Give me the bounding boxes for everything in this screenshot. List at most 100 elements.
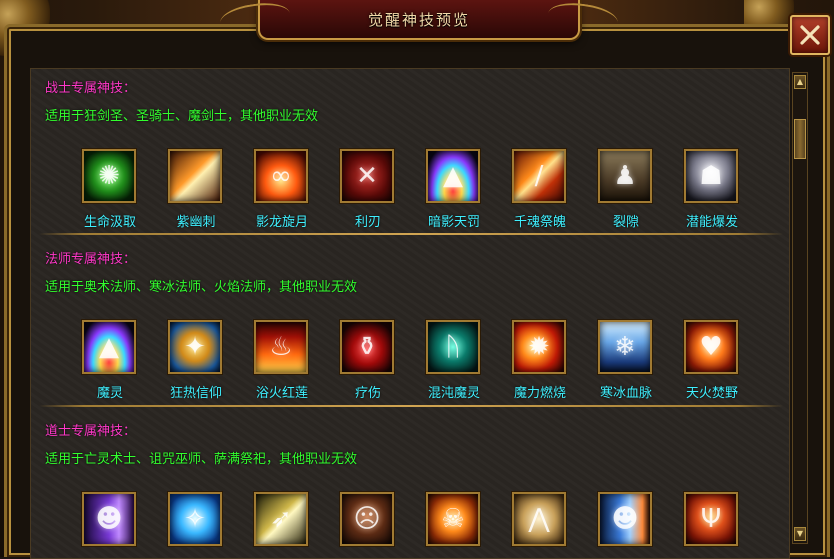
flame-skull-icon[interactable]: ☠ (426, 492, 480, 546)
skill-slot[interactable]: ☻ (67, 492, 153, 558)
skill-name: 生命汲取 (83, 215, 136, 230)
icon-glyph: ✹ (528, 332, 550, 362)
window-title: 觉醒神技预览 (367, 10, 470, 29)
praying-hands-icon[interactable]: ⋀ (512, 492, 566, 546)
window-frame: 觉醒神技预览 战士专属神技： 适用于狂剑圣、圣骑士、魔剑士，其他职业无效 ✺ 生命… (0, 0, 834, 559)
icon-glyph: ✧ (184, 504, 206, 534)
skill-name: 寒冰血脉 (599, 386, 652, 401)
icon-glyph: ⋀ (528, 504, 550, 534)
fire-burst-icon[interactable]: ✹ (512, 320, 566, 374)
skill-name: 魔灵 (96, 386, 123, 401)
skill-slot[interactable]: ✧ (153, 492, 239, 558)
skill-slot[interactable]: ▲ 魔灵 (67, 320, 153, 404)
prism-dome-icon[interactable]: ▲ (426, 149, 480, 203)
slash-streak-icon[interactable] (168, 149, 222, 203)
skill-slot[interactable]: ⋀ (497, 492, 583, 558)
skill-name: 千魂祭魄 (513, 215, 566, 230)
chaos-claw-icon[interactable]: ᚢ (426, 320, 480, 374)
icon-glyph: ▲ (99, 332, 119, 362)
icon-glyph: ☹ (353, 504, 381, 534)
section-taoist: 道士专属神技： 适用于亡灵术士、诅咒巫师、萨满祭祀，其他职业无效 ☻ ✧ ➶ ☹ ☠ ⋀ ☻… (45, 422, 781, 546)
icon-glyph (170, 151, 220, 201)
flame-wall-icon[interactable]: ♨ (254, 320, 308, 374)
skill-slot[interactable]: ♨ 浴火红莲 (239, 320, 325, 404)
section-description: 适用于亡灵术士、诅咒巫师、萨满祭祀，其他职业无效 (45, 452, 358, 467)
skill-grid: ✺ 生命汲取 紫幽刺 ∞ 影龙旋月 ✕ 利刃 ▲ 暗影天罚 / 千魂祭魄 ♟ 裂隙 ☗ 潜能爆发 (45, 149, 781, 239)
golden-shield-icon[interactable]: ✦ (168, 320, 222, 374)
skill-name: 狂热信仰 (169, 386, 222, 401)
scroll-up-button[interactable]: ▲ (794, 75, 806, 89)
section-title: 道士专属神技： (45, 424, 137, 439)
skill-grid: ☻ ✧ ➶ ☹ ☠ ⋀ ☻ Ψ (45, 492, 781, 558)
skill-slot[interactable]: ⚱ 疗伤 (325, 320, 411, 404)
icon-glyph: ☗ (699, 161, 723, 191)
skill-name: 潜能爆发 (685, 215, 738, 230)
skill-slot[interactable]: ᚢ 混沌魔灵 (411, 320, 497, 404)
fire-demon-icon[interactable]: Ψ (684, 492, 738, 546)
scroll-down-button[interactable]: ▼ (794, 527, 806, 541)
icon-glyph: ⚱ (356, 332, 378, 362)
blade-warrior-icon[interactable]: ✕ (340, 149, 394, 203)
blue-aura-icon[interactable]: ✧ (168, 492, 222, 546)
flame-blade-icon[interactable]: / (512, 149, 566, 203)
purple-clone-icon[interactable]: ☻ (82, 492, 136, 546)
skill-slot[interactable]: ☠ (411, 492, 497, 558)
section-title: 战士专属神技： (45, 81, 137, 96)
skill-name: 暗影天罚 (427, 215, 480, 230)
icon-glyph: ᚢ (445, 332, 461, 362)
skill-slot[interactable]: ❄ 寒冰血脉 (583, 320, 669, 404)
icon-glyph: ♟ (613, 161, 637, 191)
skill-name: 混沌魔灵 (427, 386, 480, 401)
potion-bottle-icon[interactable]: ⚱ (340, 320, 394, 374)
title-banner: 觉醒神技预览 (258, 0, 580, 40)
skill-preview-panel: 战士专属神技： 适用于狂剑圣、圣骑士、魔剑士，其他职业无效 ✺ 生命汲取 紫幽刺 ∞ 影… (30, 68, 790, 559)
fire-swirl-icon[interactable]: ∞ (254, 149, 308, 203)
section-mage: 法师专属神技： 适用于奥术法师、寒冰法师、火焰法师，其他职业无效 ▲ 魔灵 ✦ 狂热信… (45, 250, 781, 401)
skill-slot[interactable]: ➶ (239, 492, 325, 558)
ice-spirit-icon[interactable]: ❄ (598, 320, 652, 374)
green-orb-icon[interactable]: ✺ (82, 149, 136, 203)
skill-name: 紫幽刺 (176, 215, 216, 230)
skill-slot[interactable]: ☻ (583, 492, 669, 558)
close-button[interactable] (790, 15, 830, 55)
icon-glyph: ✕ (356, 161, 378, 191)
icon-glyph: ♨ (269, 332, 293, 362)
skill-slot[interactable]: ▲ 暗影天罚 (411, 149, 497, 233)
scrollbar[interactable]: ▲ ▼ (792, 72, 808, 544)
skill-slot[interactable]: ♟ 裂隙 (583, 149, 669, 233)
skill-name: 浴火红莲 (255, 386, 308, 401)
scroll-thumb[interactable] (794, 119, 806, 159)
icon-glyph: ❄ (614, 332, 636, 362)
skill-slot[interactable]: / 千魂祭魄 (497, 149, 583, 233)
skill-slot[interactable]: ☗ 潜能爆发 (669, 149, 755, 233)
icon-glyph: ♥ (699, 332, 723, 362)
section-divider (39, 405, 783, 407)
prism-dome-icon[interactable]: ▲ (82, 320, 136, 374)
skill-slot[interactable]: ✦ 狂热信仰 (153, 320, 239, 404)
skill-name: 影龙旋月 (255, 215, 308, 230)
speed-runner-icon[interactable]: ➶ (254, 492, 308, 546)
figures-shadow-icon[interactable]: ♟ (598, 149, 652, 203)
skill-slot[interactable]: ∞ 影龙旋月 (239, 149, 325, 233)
skill-slot[interactable]: 紫幽刺 (153, 149, 239, 233)
section-warrior: 战士专属神技： 适用于狂剑圣、圣骑士、魔剑士，其他职业无效 ✺ 生命汲取 紫幽刺 ∞ 影… (45, 79, 781, 230)
screaming-face-icon[interactable]: ☹ (340, 492, 394, 546)
skill-slot[interactable]: Ψ (669, 492, 755, 558)
section-description: 适用于狂剑圣、圣骑士、魔剑士，其他职业无效 (45, 109, 319, 124)
icon-glyph: Ψ (700, 504, 722, 534)
skill-slot[interactable]: ✕ 利刃 (325, 149, 411, 233)
icon-glyph: ✺ (98, 161, 120, 191)
hooded-ghost-icon[interactable]: ☗ (684, 149, 738, 203)
skill-slot[interactable]: ✺ 生命汲取 (67, 149, 153, 233)
section-description: 适用于奥术法师、寒冰法师、火焰法师，其他职业无效 (45, 280, 358, 295)
close-icon (800, 25, 820, 45)
blue-clones-icon[interactable]: ☻ (598, 492, 652, 546)
icon-glyph: ☻ (611, 504, 639, 534)
icon-glyph: ☻ (95, 504, 123, 534)
skill-slot[interactable]: ♥ 天火焚野 (669, 320, 755, 404)
fire-heart-icon[interactable]: ♥ (684, 320, 738, 374)
skill-grid: ▲ 魔灵 ✦ 狂热信仰 ♨ 浴火红莲 ⚱ 疗伤 ᚢ 混沌魔灵 ✹ 魔力燃烧 ❄ 寒冰血脉 ♥ 天火焚野 (45, 320, 781, 410)
skill-name: 裂隙 (612, 215, 639, 230)
skill-slot[interactable]: ☹ (325, 492, 411, 558)
skill-slot[interactable]: ✹ 魔力燃烧 (497, 320, 583, 404)
